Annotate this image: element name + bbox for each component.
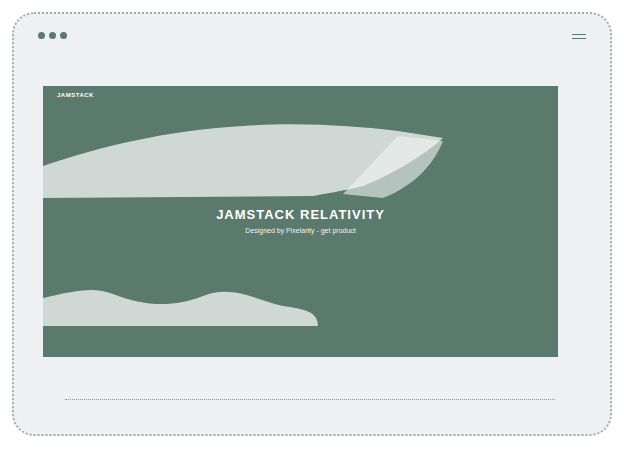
hero-subtitle: Designed by Pixelarity - get product (245, 227, 356, 234)
browser-toolbar (14, 14, 610, 86)
menu-icon[interactable] (572, 32, 586, 39)
divider-line (65, 399, 555, 400)
site-logo[interactable]: JAMSTACK (43, 86, 558, 104)
window-dot-icon[interactable] (38, 32, 45, 39)
window-controls (38, 32, 67, 39)
window-dot-icon[interactable] (49, 32, 56, 39)
window-dot-icon[interactable] (60, 32, 67, 39)
browser-frame: JAMSTACK JAMSTACK RELATIVITY Designed by P… (12, 12, 612, 436)
hero-text: JAMSTACK RELATIVITY Designed by Pixelarit… (43, 104, 558, 357)
hero-banner: JAMSTACK JAMSTACK RELATIVITY Designed by P… (43, 86, 558, 357)
hero-title: JAMSTACK RELATIVITY (216, 207, 385, 222)
